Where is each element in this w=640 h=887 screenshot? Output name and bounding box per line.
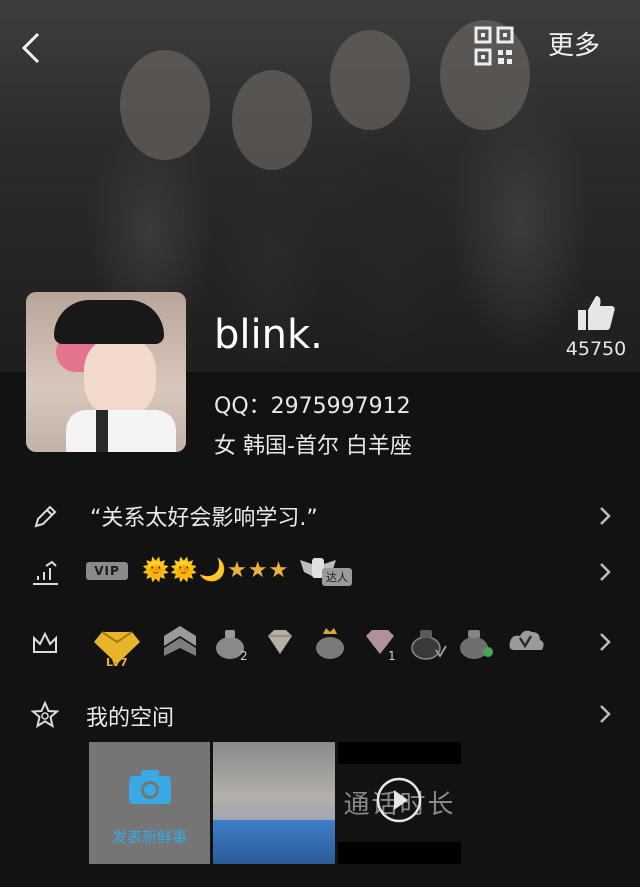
avatar-shirt xyxy=(66,410,176,452)
qr-code-icon xyxy=(474,26,514,66)
badge-level-label: LV7 xyxy=(106,656,128,668)
chevron-right-icon xyxy=(600,507,611,525)
play-icon xyxy=(376,777,422,823)
chevron-right-icon xyxy=(600,705,611,723)
avatar[interactable] xyxy=(26,292,186,452)
star-icon xyxy=(30,700,60,729)
signature-text: “关系太好会影响学习.” xyxy=(90,506,318,531)
dance-floor-image xyxy=(213,820,335,864)
sack-badge-icon: 2 xyxy=(216,630,248,662)
silver-chevron-badge-icon xyxy=(164,626,196,656)
diamond-badge-icon xyxy=(268,630,292,654)
like-count: 45750 xyxy=(565,338,627,360)
username: blink. xyxy=(214,312,323,358)
back-button[interactable] xyxy=(14,28,50,68)
like-button[interactable]: 45750 xyxy=(560,294,632,360)
space-video-thumbnail[interactable]: 通话时长 xyxy=(338,742,461,864)
daren-badge: 达人 xyxy=(298,554,360,588)
vip-badge: VIP xyxy=(86,562,128,580)
post-new-label: 发表新鲜事 xyxy=(111,828,187,846)
signature-row[interactable]: “关系太好会影响学习.” xyxy=(0,486,640,546)
crown-icon xyxy=(33,631,57,653)
qr-code-button[interactable] xyxy=(474,26,514,66)
dark-sack-badge-icon xyxy=(411,630,447,660)
cover-figure xyxy=(330,30,410,130)
gold-diamond-badge-icon: LV7 xyxy=(94,631,140,668)
pink-diamond-badge-icon: 1 xyxy=(366,630,396,662)
pencil-icon xyxy=(34,505,57,528)
thumbs-up-icon xyxy=(578,296,615,330)
cover-figure xyxy=(232,70,312,170)
level-chart-icon xyxy=(33,560,58,585)
camera-icon xyxy=(129,770,171,804)
level-icons: 🌞🌞🌙★★★ xyxy=(142,558,290,583)
badge-list: LV7 2 1 xyxy=(90,618,560,668)
space-photo-thumbnail[interactable] xyxy=(213,742,335,864)
profile-info: 女 韩国-首尔 白羊座 xyxy=(214,434,412,459)
video-letterbox-bottom xyxy=(338,842,461,864)
chevron-right-icon xyxy=(600,563,611,581)
avatar-hat xyxy=(54,300,164,344)
more-button[interactable]: 更多 xyxy=(548,28,600,64)
daren-tag: 达人 xyxy=(322,568,352,586)
avatar-strap xyxy=(96,410,108,452)
my-space-label: 我的空间 xyxy=(86,706,175,731)
chevron-right-icon xyxy=(600,633,611,651)
video-letterbox-top xyxy=(338,742,461,764)
svg-text:2: 2 xyxy=(240,649,248,662)
my-space-row[interactable]: 我的空间 xyxy=(0,684,640,744)
cover-figure xyxy=(120,50,210,160)
post-new-button[interactable]: 发表新鲜事 xyxy=(89,742,210,864)
qq-number: QQ：2975997912 xyxy=(214,394,411,419)
cloud-v-badge-icon xyxy=(509,630,544,650)
level-row[interactable]: VIP 🌞🌞🌙★★★ 达人 xyxy=(0,542,640,602)
green-sack-badge-icon xyxy=(460,630,493,659)
svg-text:1: 1 xyxy=(388,649,396,662)
crown-sack-badge-icon xyxy=(316,628,344,659)
badges-row[interactable]: LV7 2 1 xyxy=(0,612,640,672)
avatar-face xyxy=(84,338,156,418)
back-chevron-icon xyxy=(21,32,40,64)
